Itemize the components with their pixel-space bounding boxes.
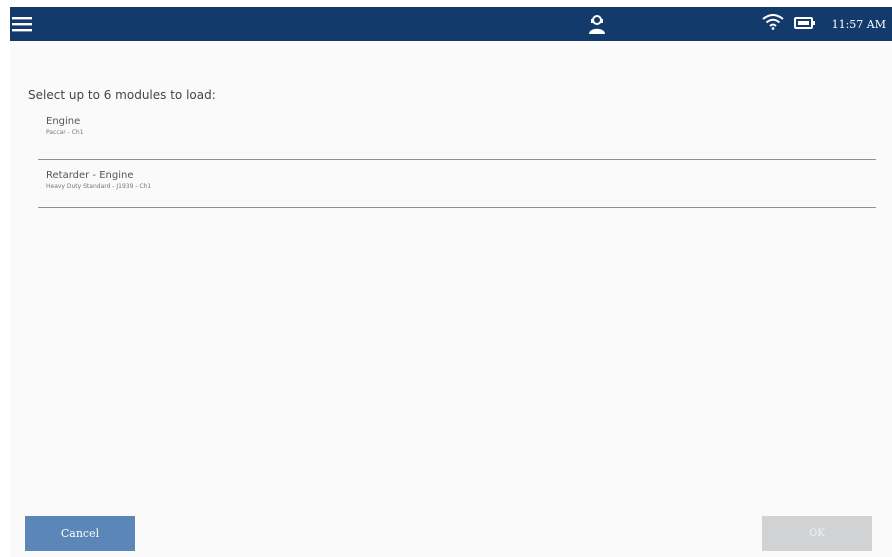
battery-icon xyxy=(793,15,816,34)
status-area: 11:57 AM xyxy=(761,7,886,41)
hamburger-menu-icon[interactable] xyxy=(10,7,52,41)
module-sub: Heavy Duty Standard - J1939 - Ch1 xyxy=(46,183,152,190)
module-item-retarder-engine[interactable]: Retarder - Engine Heavy Duty Standard - … xyxy=(38,160,876,208)
top-bar: 11:57 AM xyxy=(10,7,892,41)
module-name: Engine xyxy=(46,116,81,127)
ok-button[interactable]: OK xyxy=(762,516,872,551)
module-name: Retarder - Engine xyxy=(46,170,134,181)
wifi-icon xyxy=(761,14,784,34)
user-support-icon[interactable] xyxy=(586,13,608,35)
module-list: Engine Paccar - Ch1 Retarder - Engine He… xyxy=(38,113,876,208)
clock: 11:57 AM xyxy=(831,17,886,31)
module-item-engine[interactable]: Engine Paccar - Ch1 xyxy=(38,113,876,160)
module-sub: Paccar - Ch1 xyxy=(46,129,84,136)
instruction-text: Select up to 6 modules to load: xyxy=(28,88,216,102)
bottom-bar: Cancel OK xyxy=(10,501,892,557)
cancel-button[interactable]: Cancel xyxy=(25,516,135,551)
main-content xyxy=(10,41,892,501)
